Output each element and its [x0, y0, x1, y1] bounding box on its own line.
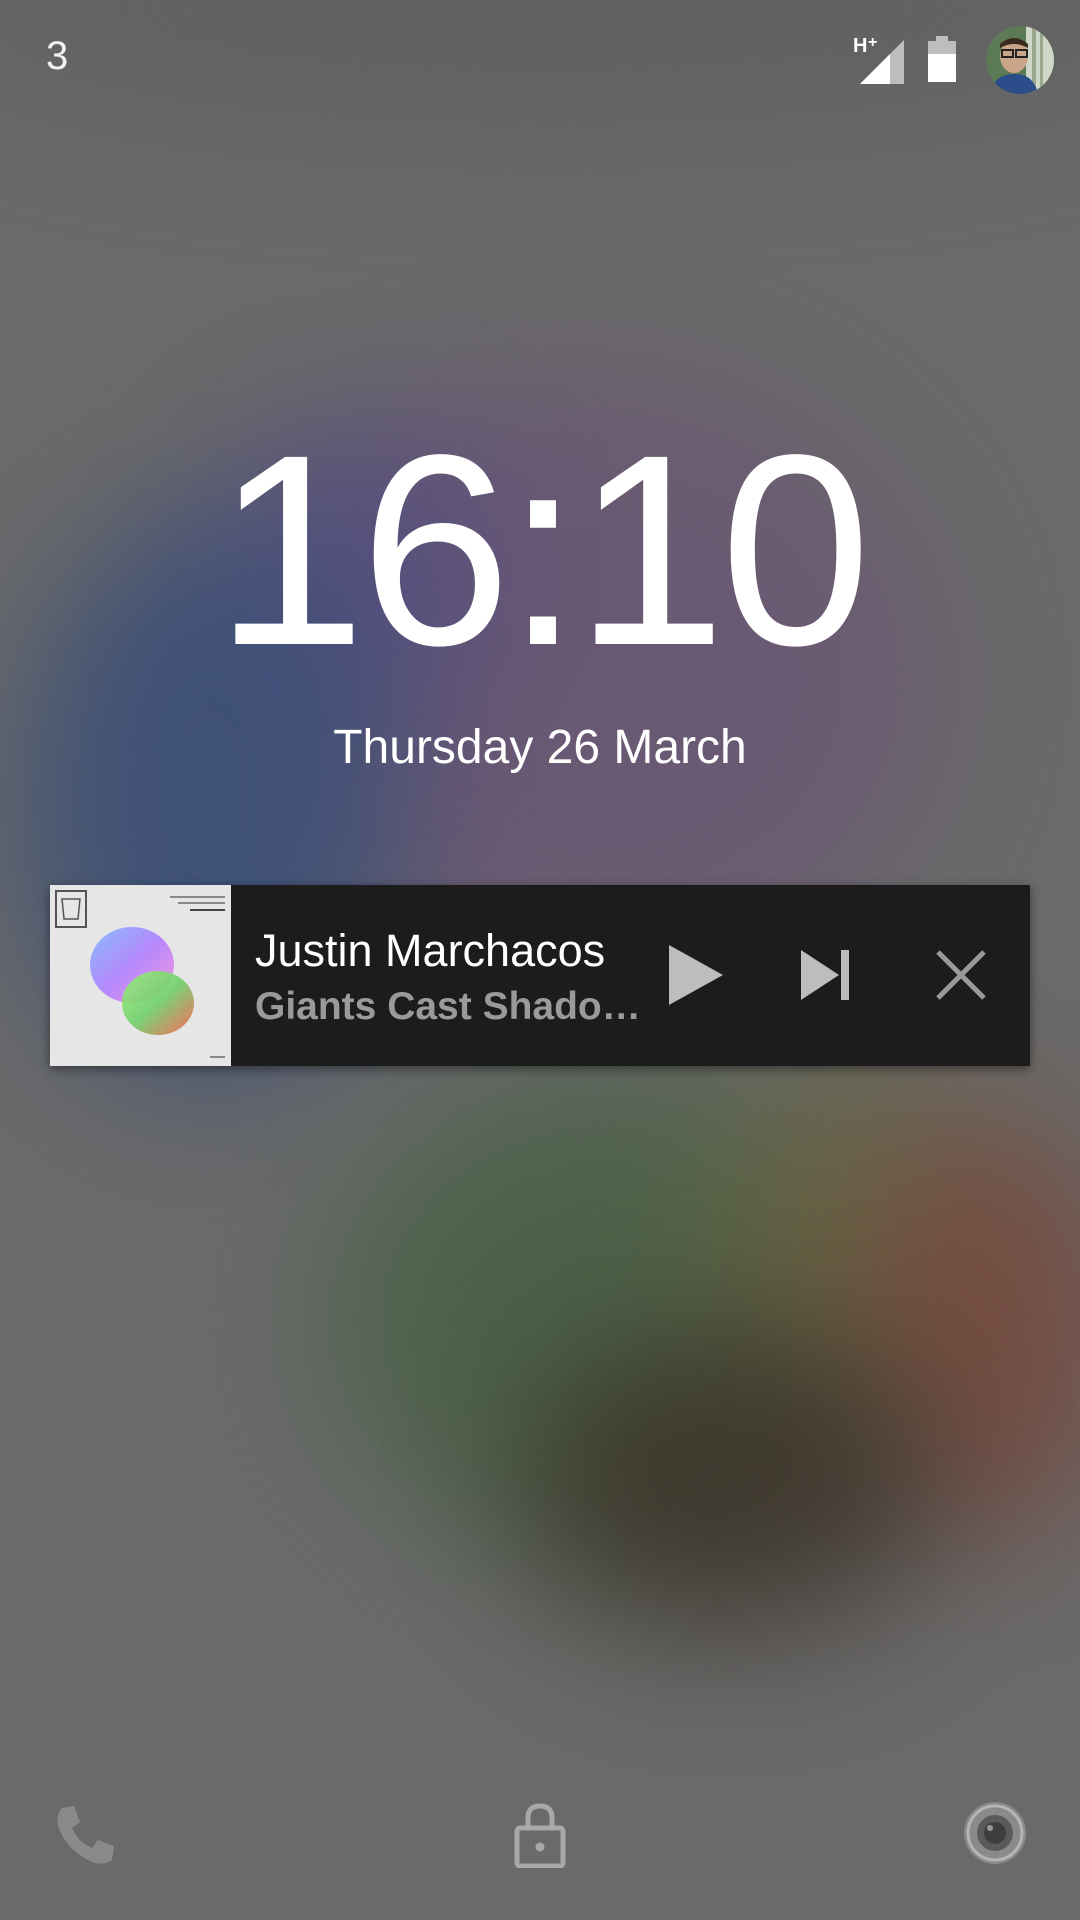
svg-text:H: H: [853, 35, 867, 57]
media-notification[interactable]: Justin Marchacos Giants Cast Shado…: [50, 885, 1030, 1066]
svg-text:+: +: [868, 34, 877, 51]
close-icon: [936, 950, 986, 1000]
skip-next-button[interactable]: [775, 925, 875, 1025]
phone-icon: [57, 1806, 114, 1864]
album-art: [50, 885, 231, 1066]
track-title: Giants Cast Shado…: [255, 985, 641, 1028]
play-icon: [669, 945, 723, 1005]
lockscreen-clock: 16:10: [214, 398, 872, 702]
notification-count: 3: [46, 34, 69, 78]
lock-icon: [514, 1803, 566, 1868]
camera-icon: [964, 1802, 1026, 1864]
unlock-handle[interactable]: [505, 1800, 575, 1870]
user-avatar[interactable]: [986, 26, 1054, 94]
battery-icon: [928, 36, 956, 82]
lockscreen-date: Thursday 26 March: [333, 721, 747, 774]
phone-shortcut[interactable]: [50, 1800, 120, 1870]
camera-shortcut[interactable]: [960, 1798, 1030, 1868]
signal-h-plus-icon: H +: [853, 34, 904, 84]
play-button[interactable]: [645, 925, 745, 1025]
dismiss-button[interactable]: [911, 925, 1011, 1025]
status-bar: 3 H +: [0, 0, 1080, 120]
track-artist: Justin Marchacos: [255, 925, 606, 976]
skip-next-icon: [801, 950, 849, 1000]
